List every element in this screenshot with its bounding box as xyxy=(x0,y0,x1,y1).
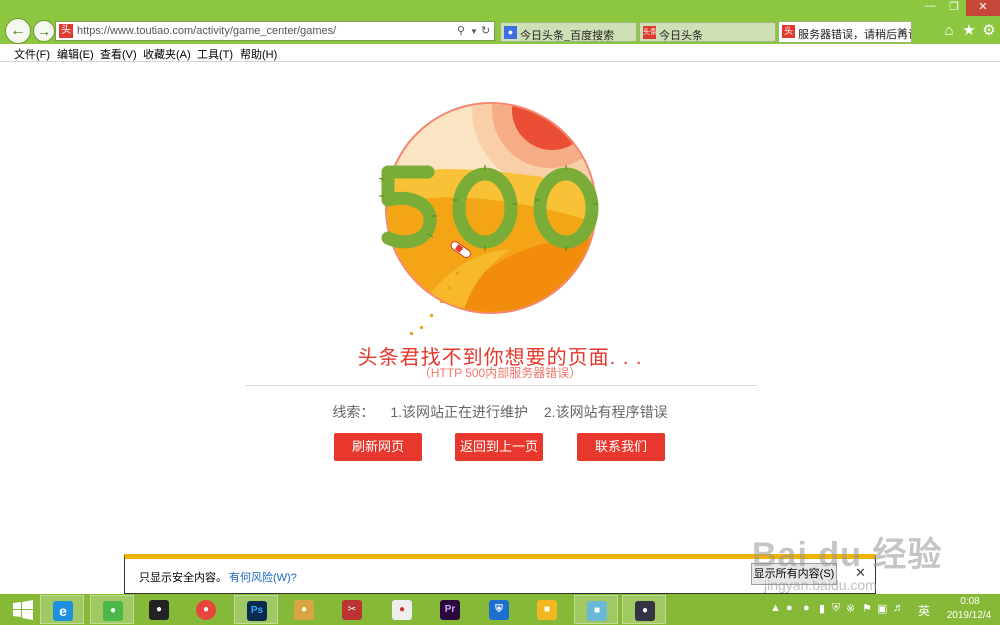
internet-explorer-icon: e xyxy=(53,601,73,621)
windows-logo-icon xyxy=(13,600,33,620)
menu-tools[interactable]: 工具(T) xyxy=(197,46,233,62)
chrome-icon: ● xyxy=(196,600,216,620)
menu-bar: 文件(F) 编辑(E) 查看(V) 收藏夹(A) 工具(T) 帮助(H) xyxy=(0,44,1000,62)
contact-us-button[interactable]: 联系我们 xyxy=(577,433,665,461)
tab-baidu-search[interactable]: ● 今日头条_百度搜索 xyxy=(500,22,637,42)
divider xyxy=(245,385,757,386)
tray-wechat-icon[interactable]: ● xyxy=(786,602,793,614)
refresh-icon[interactable]: ↻ xyxy=(481,24,490,37)
menu-view[interactable]: 查看(V) xyxy=(100,46,137,62)
paint-palette-icon: ● xyxy=(294,600,314,620)
close-notification-icon[interactable]: ✕ xyxy=(855,565,866,581)
screen-recorder-icon: ● xyxy=(392,600,412,620)
volume-icon[interactable]: ♬ xyxy=(893,602,904,614)
clue-item: 2.该网站有程序错误 xyxy=(543,404,668,420)
photoshop-icon: Ps xyxy=(247,601,267,621)
gear-icon[interactable]: ⚙ xyxy=(980,22,998,40)
shield-icon: ⛨ xyxy=(489,600,509,620)
clue-item: 1.该网站正在进行维护 xyxy=(390,404,528,420)
menu-edit[interactable]: 编辑(E) xyxy=(57,46,94,62)
ime-indicator[interactable]: 英 xyxy=(918,602,930,619)
toutiao-favicon-icon: 头 xyxy=(782,25,795,38)
taskbar-photoshop[interactable]: Ps xyxy=(234,595,278,624)
folder-icon: ■ xyxy=(587,601,607,621)
error-500-illustration xyxy=(378,102,599,335)
arrow-right-icon: → xyxy=(37,23,51,39)
taskbar-qq[interactable]: ● xyxy=(137,595,181,624)
clock-time[interactable]: 0:08 xyxy=(948,596,992,607)
clock-date[interactable]: 2019/12/4 xyxy=(940,610,998,621)
dropdown-icon[interactable]: ▼ xyxy=(470,27,478,36)
tab-label: 今日头条_百度搜索 xyxy=(520,30,615,42)
address-url[interactable]: https://www.toutiao.com/activity/game_ce… xyxy=(77,25,336,37)
menu-help[interactable]: 帮助(H) xyxy=(240,46,277,62)
restore-button[interactable]: ❐ xyxy=(942,0,966,16)
security-notification-bar: 只显示安全内容。 有何风险(W)? 显示所有内容(S) ✕ xyxy=(124,554,876,594)
clues-line: 线索： 1.该网站正在进行维护 2.该网站有程序错误 xyxy=(0,402,1000,422)
tab-server-error[interactable]: 头 服务器错误，请稍后再试 ✕ xyxy=(778,21,912,43)
taskbar-ie[interactable]: e xyxy=(40,595,84,624)
taskbar-security[interactable]: ⛨ xyxy=(477,595,521,624)
close-window-button[interactable]: ✕ xyxy=(966,0,1000,16)
show-all-content-button[interactable]: 显示所有内容(S) xyxy=(751,563,837,585)
go-back-button[interactable]: 返回到上一页 xyxy=(455,433,543,461)
taskbar-snipping-tool[interactable]: ✂ xyxy=(330,595,374,624)
taskbar-screen-recorder[interactable]: ● xyxy=(380,595,424,624)
menu-file[interactable]: 文件(F) xyxy=(14,46,50,62)
browser-titlebar: ← → 头 https://www.toutiao.com/activity/g… xyxy=(0,0,1000,44)
arrow-left-icon: ← xyxy=(10,22,26,39)
tray-qq-icon[interactable]: ● xyxy=(803,602,810,614)
tab-label: 今日头条 xyxy=(659,30,703,42)
premiere-icon: Pr xyxy=(440,600,460,620)
avatar-icon: ● xyxy=(635,601,655,621)
site-favicon-icon: 头 xyxy=(59,24,73,38)
forward-button[interactable]: → xyxy=(33,20,55,42)
tab-label: 服务器错误，请稍后再试 xyxy=(798,29,912,41)
taskbar-premiere[interactable]: Pr xyxy=(428,595,472,624)
toutiao-favicon-icon: 头条 xyxy=(643,26,657,39)
favorites-star-icon[interactable]: ★ xyxy=(960,22,978,40)
baidu-paw-icon: ● xyxy=(504,26,517,39)
taskbar-avatar-app[interactable]: ● xyxy=(622,595,666,624)
refresh-page-button[interactable]: 刷新网页 xyxy=(334,433,422,461)
tray-expand-icon[interactable]: ▲ xyxy=(770,602,781,614)
minimize-button[interactable]: — xyxy=(918,0,942,16)
close-tab-icon[interactable]: ✕ xyxy=(898,25,907,38)
tab-toutiao[interactable]: 头条 今日头条 xyxy=(639,22,776,42)
whats-the-risk-link[interactable]: 有何风险(W)? xyxy=(229,569,297,585)
taskbar-file-manager[interactable]: ■ xyxy=(574,595,618,624)
tray-shield-icon[interactable]: ⛨ xyxy=(832,602,840,615)
tray-battery-icon[interactable]: ▮ xyxy=(819,602,825,615)
network-icon[interactable]: ▣ xyxy=(877,602,887,615)
wechat-icon: ● xyxy=(103,601,123,621)
grid-app-icon: ■ xyxy=(537,600,557,620)
back-button[interactable]: ← xyxy=(5,18,31,44)
taskbar-colorful-app[interactable]: ■ xyxy=(525,595,569,624)
taskbar-chrome[interactable]: ● xyxy=(184,595,228,624)
taskbar-wechat[interactable]: ● xyxy=(90,595,134,624)
clues-label: 线索： xyxy=(332,404,375,420)
flag-icon[interactable]: ⚑ xyxy=(862,602,872,615)
scissors-icon: ✂ xyxy=(342,600,362,620)
windows-taskbar: e ● ● ● Ps ● ✂ ● Pr ⛨ ■ ■ ● ▲ ● ● ▮ ⛨ ※ … xyxy=(0,594,1000,625)
home-icon[interactable]: ⌂ xyxy=(940,22,958,40)
menu-favorites[interactable]: 收藏夹(A) xyxy=(143,46,191,62)
bluetooth-icon[interactable]: ※ xyxy=(846,602,855,615)
error-subtitle: （HTTP 500内部服务器错误） xyxy=(418,366,582,380)
notification-text: 只显示安全内容。 xyxy=(139,572,227,584)
address-bar[interactable]: 头 https://www.toutiao.com/activity/game_… xyxy=(55,21,495,41)
search-icon[interactable]: ⚲ xyxy=(457,24,465,37)
qq-penguin-icon: ● xyxy=(149,600,169,620)
taskbar-paint[interactable]: ● xyxy=(282,595,326,624)
